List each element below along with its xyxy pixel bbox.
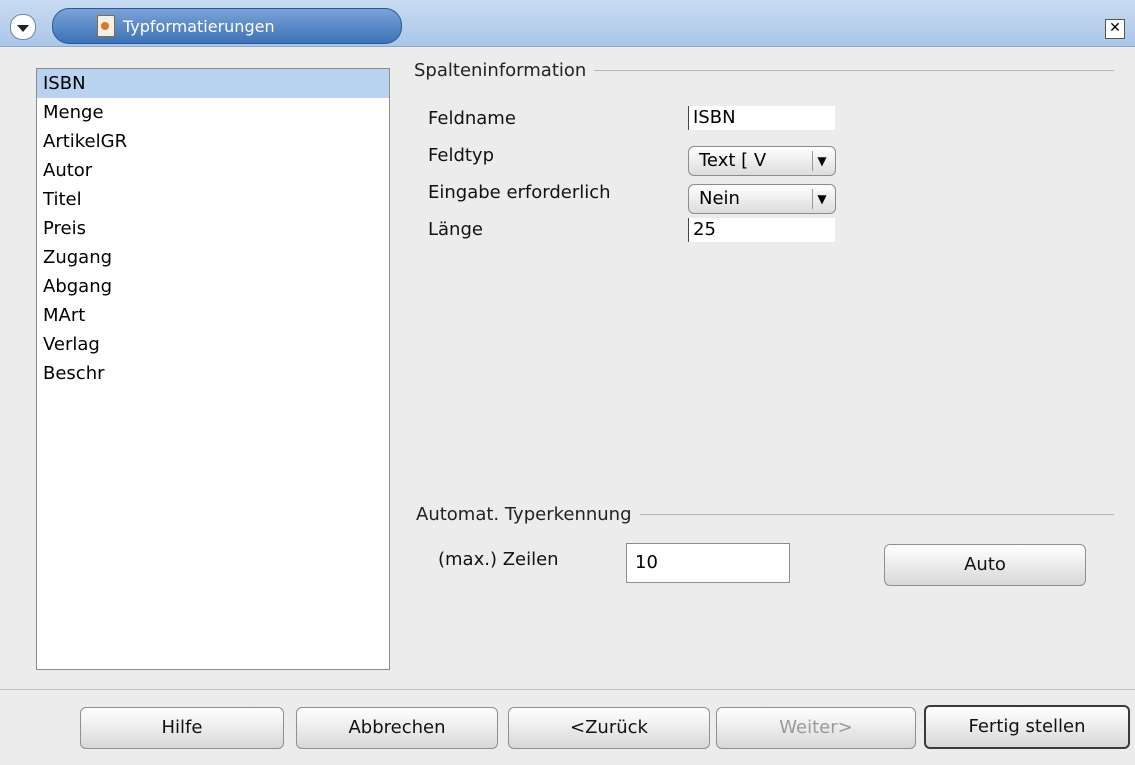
section-heading: Spalteninformation (414, 60, 587, 81)
next-button: Weiter> (716, 707, 916, 749)
chevron-down-icon (17, 25, 29, 32)
finish-button[interactable]: Fertig stellen (924, 705, 1130, 749)
required-select[interactable]: Nein ▼ (688, 184, 836, 214)
help-button[interactable]: Hilfe (80, 707, 284, 749)
list-item[interactable]: Verlag (37, 330, 389, 359)
divider (639, 514, 1114, 515)
back-button[interactable]: <Zurück (508, 707, 710, 749)
length-field[interactable]: 25 (688, 218, 835, 242)
fieldname-label: Feldname (428, 108, 516, 129)
divider (594, 70, 1114, 71)
close-button[interactable]: ✕ (1105, 19, 1125, 39)
cancel-button[interactable]: Abbrechen (296, 707, 498, 749)
window-menu-button[interactable] (10, 14, 36, 40)
section-heading: Automat. Typerkennung (416, 504, 632, 525)
title-bar: Typformatierungen ✕ (0, 0, 1135, 47)
dropdown-arrow-icon: ▼ (812, 151, 831, 171)
column-info-section: Spalteninformation (414, 60, 1114, 81)
list-item[interactable]: Menge (37, 98, 389, 127)
column-list[interactable]: ISBN Menge ArtikelGR Autor Titel Preis Z… (36, 68, 390, 670)
auto-button[interactable]: Auto (884, 544, 1086, 586)
list-item[interactable]: Preis (37, 214, 389, 243)
window-title: Typformatierungen (123, 16, 275, 36)
max-rows-input[interactable]: 10 (626, 543, 790, 583)
list-item[interactable]: Abgang (37, 272, 389, 301)
required-value: Nein (699, 188, 740, 209)
dialog-window: Typformatierungen ✕ ISBN Menge ArtikelGR… (0, 0, 1135, 765)
title-tab: Typformatierungen (52, 8, 402, 44)
list-item[interactable]: ISBN (37, 69, 389, 98)
dropdown-arrow-icon: ▼ (812, 189, 831, 209)
length-label: Länge (428, 219, 483, 240)
auto-type-section: Automat. Typerkennung (416, 504, 1114, 525)
divider (0, 689, 1135, 690)
max-rows-label: (max.) Zeilen (438, 549, 559, 570)
fieldname-field[interactable]: ISBN (688, 106, 835, 130)
list-item[interactable]: Titel (37, 185, 389, 214)
list-item[interactable]: MArt (37, 301, 389, 330)
fieldtype-label: Feldtyp (428, 145, 495, 166)
list-item[interactable]: ArtikelGR (37, 127, 389, 156)
list-item[interactable]: Beschr (37, 359, 389, 388)
document-icon (97, 15, 115, 37)
fieldtype-select[interactable]: Text [ V ▼ (688, 146, 836, 176)
list-item[interactable]: Zugang (37, 243, 389, 272)
fieldtype-value: Text [ V (699, 150, 767, 171)
list-item[interactable]: Autor (37, 156, 389, 185)
required-label: Eingabe erforderlich (428, 182, 611, 203)
